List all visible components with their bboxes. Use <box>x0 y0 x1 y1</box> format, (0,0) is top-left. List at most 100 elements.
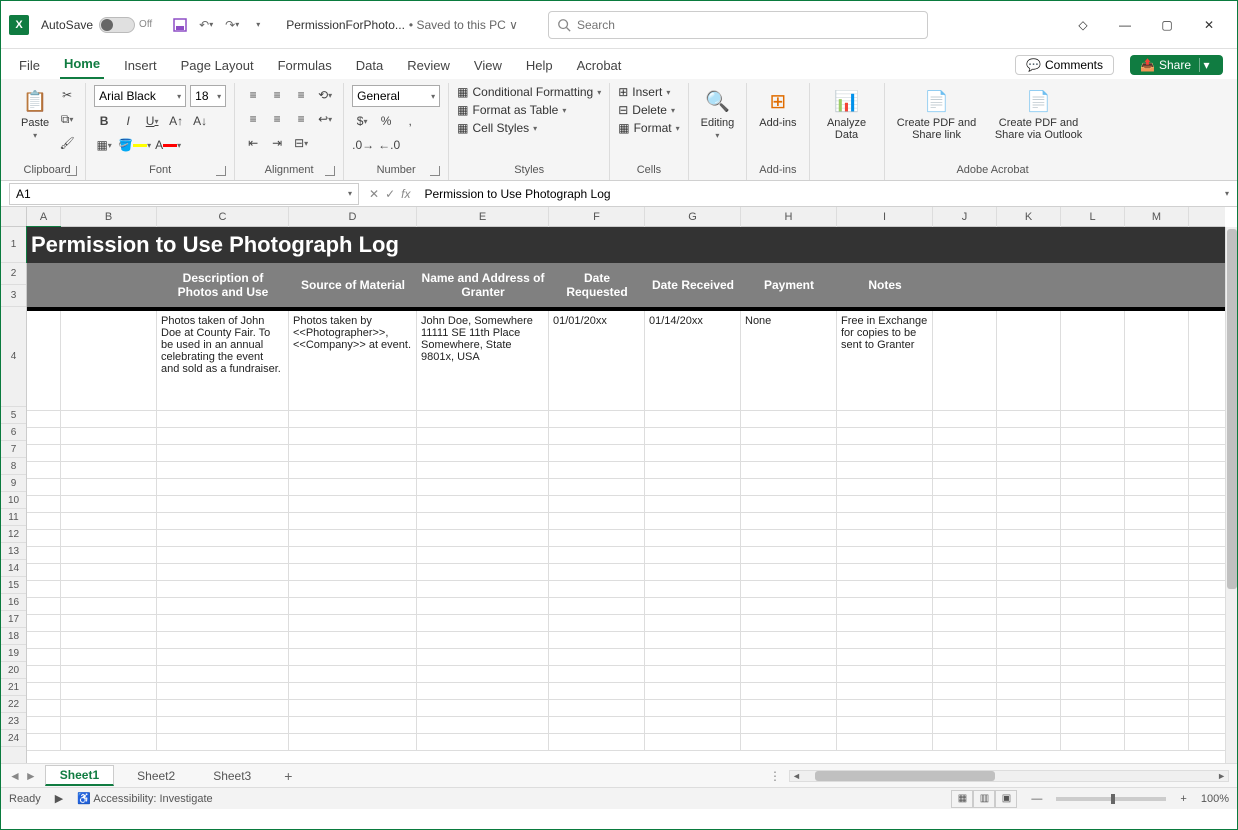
page-break-view-icon[interactable]: ▣ <box>995 790 1017 808</box>
cell[interactable] <box>645 734 741 751</box>
table-row[interactable] <box>27 683 1225 700</box>
cell[interactable] <box>289 683 417 700</box>
cell[interactable] <box>1061 666 1125 683</box>
cell[interactable] <box>837 445 933 462</box>
cell[interactable] <box>1125 530 1189 547</box>
cell[interactable] <box>933 445 997 462</box>
cell[interactable] <box>417 666 549 683</box>
cell[interactable] <box>1125 734 1189 751</box>
cell[interactable] <box>837 649 933 666</box>
row-header[interactable]: 18 <box>1 628 26 645</box>
cell[interactable] <box>997 734 1061 751</box>
align-right-icon[interactable]: ≡ <box>291 109 311 129</box>
cell[interactable] <box>1125 649 1189 666</box>
cell[interactable] <box>417 479 549 496</box>
cell[interactable] <box>27 462 61 479</box>
borders-icon[interactable]: ▦▾ <box>94 135 114 155</box>
cell[interactable] <box>997 496 1061 513</box>
cell[interactable] <box>1125 632 1189 649</box>
cell[interactable] <box>1125 445 1189 462</box>
cell[interactable] <box>61 598 157 615</box>
cell[interactable] <box>417 683 549 700</box>
cell[interactable] <box>997 564 1061 581</box>
row-header[interactable]: 3 <box>1 285 26 307</box>
horizontal-scrollbar[interactable]: ◄ ► <box>789 770 1229 782</box>
align-bottom-icon[interactable]: ≡ <box>291 85 311 105</box>
paste-button[interactable]: 📋 Paste ▾ <box>17 85 53 142</box>
cell[interactable] <box>289 462 417 479</box>
delete-cells-button[interactable]: ⊟Delete▾ <box>618 103 679 117</box>
cell[interactable] <box>741 462 837 479</box>
cell[interactable] <box>61 445 157 462</box>
cell[interactable] <box>933 632 997 649</box>
cell[interactable] <box>289 428 417 445</box>
cell[interactable] <box>549 428 645 445</box>
cell[interactable] <box>1061 547 1125 564</box>
tab-help[interactable]: Help <box>522 54 557 79</box>
cell[interactable] <box>1061 496 1125 513</box>
cancel-formula-icon[interactable]: ✕ <box>369 187 379 201</box>
cell[interactable] <box>997 598 1061 615</box>
decrease-font-icon[interactable]: A↓ <box>190 111 210 131</box>
cell[interactable] <box>61 479 157 496</box>
cell[interactable] <box>289 530 417 547</box>
cell[interactable] <box>933 428 997 445</box>
save-icon[interactable] <box>172 17 188 33</box>
row-header[interactable]: 14 <box>1 560 26 577</box>
tab-file[interactable]: File <box>15 54 44 79</box>
cell[interactable] <box>933 649 997 666</box>
cell[interactable] <box>289 411 417 428</box>
column-headers[interactable]: A B C D E F G H I J K L M <box>27 207 1225 227</box>
qat-customize-icon[interactable]: ▾ <box>250 17 266 33</box>
cell[interactable] <box>933 666 997 683</box>
cell[interactable] <box>837 564 933 581</box>
cell[interactable] <box>417 598 549 615</box>
increase-font-icon[interactable]: A↑ <box>166 111 186 131</box>
table-row[interactable] <box>27 700 1225 717</box>
col-header[interactable]: L <box>1061 207 1125 227</box>
cell[interactable] <box>997 462 1061 479</box>
cell[interactable] <box>1125 598 1189 615</box>
cell[interactable] <box>1061 462 1125 479</box>
cell[interactable]: 01/01/20xx <box>549 311 645 410</box>
cell[interactable] <box>1125 479 1189 496</box>
cell[interactable] <box>289 615 417 632</box>
cell[interactable] <box>157 530 289 547</box>
cell[interactable] <box>741 564 837 581</box>
cell[interactable] <box>741 649 837 666</box>
row-header[interactable]: 21 <box>1 679 26 696</box>
cell[interactable] <box>645 547 741 564</box>
col-header[interactable]: H <box>741 207 837 227</box>
autosave-toggle[interactable]: AutoSave Off <box>41 17 152 33</box>
cell[interactable] <box>645 564 741 581</box>
cell[interactable] <box>1061 615 1125 632</box>
cell[interactable] <box>645 666 741 683</box>
cell[interactable] <box>741 632 837 649</box>
cell[interactable] <box>837 632 933 649</box>
cell[interactable] <box>997 445 1061 462</box>
cell[interactable] <box>549 479 645 496</box>
search-box[interactable] <box>548 11 928 39</box>
dialog-launcher-icon[interactable] <box>67 166 77 176</box>
cell[interactable] <box>289 581 417 598</box>
cell[interactable] <box>27 734 61 751</box>
tab-page-layout[interactable]: Page Layout <box>177 54 258 79</box>
cell[interactable] <box>645 530 741 547</box>
cell[interactable] <box>1125 683 1189 700</box>
col-header[interactable]: J <box>933 207 997 227</box>
cell[interactable] <box>1061 513 1125 530</box>
underline-button[interactable]: U▾ <box>142 111 162 131</box>
macro-record-icon[interactable]: ▶ <box>55 792 63 805</box>
cell[interactable] <box>417 547 549 564</box>
row-header[interactable]: 22 <box>1 696 26 713</box>
cell[interactable] <box>997 547 1061 564</box>
cell[interactable] <box>289 513 417 530</box>
cell[interactable] <box>837 479 933 496</box>
cell[interactable] <box>157 734 289 751</box>
tab-acrobat[interactable]: Acrobat <box>573 54 626 79</box>
cell[interactable] <box>157 496 289 513</box>
cell[interactable] <box>289 496 417 513</box>
row-header[interactable]: 17 <box>1 611 26 628</box>
cell[interactable] <box>645 717 741 734</box>
fill-color-icon[interactable]: 🪣▾ <box>118 135 151 155</box>
